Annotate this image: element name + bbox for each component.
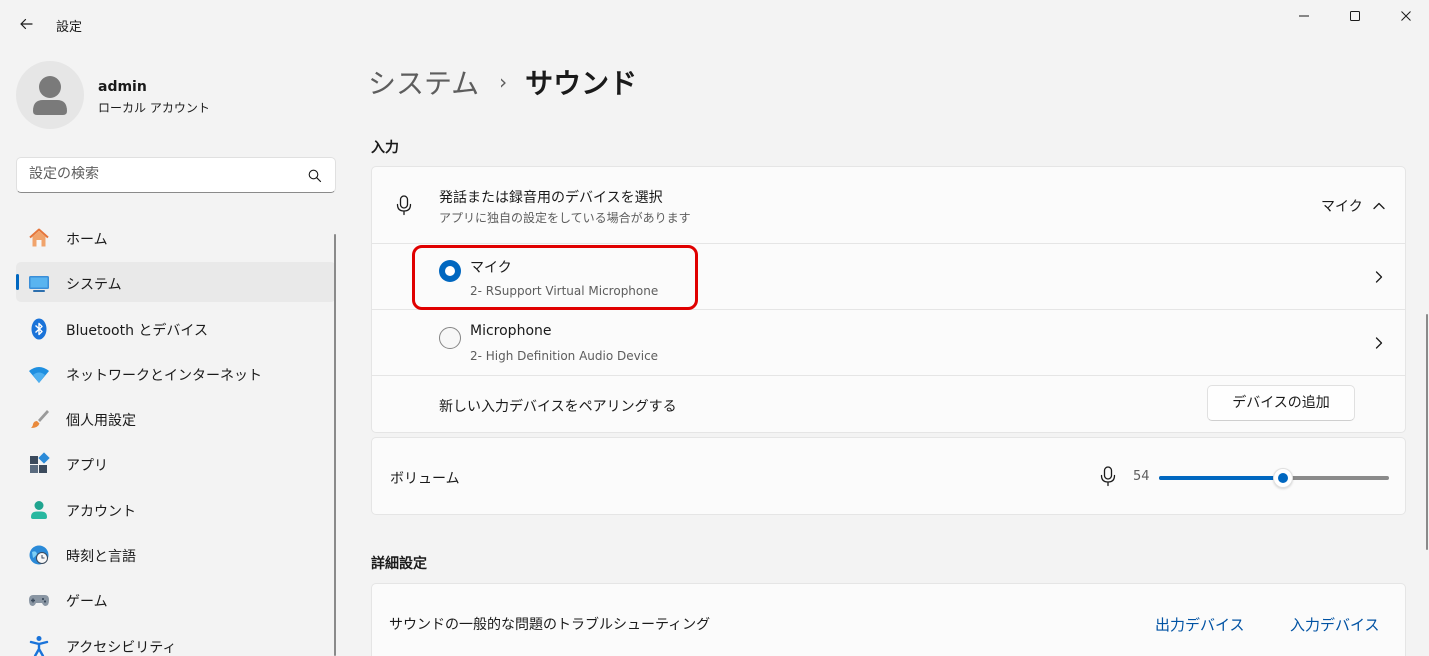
- minimize-icon: [1299, 15, 1309, 17]
- add-device-button[interactable]: デバイスの追加: [1207, 385, 1355, 421]
- account-type: ローカル アカウント: [98, 101, 210, 115]
- chevron-right-icon[interactable]: [1371, 269, 1387, 285]
- sidebar-item-accounts[interactable]: アカウント: [16, 489, 336, 529]
- system-icon: [27, 271, 51, 295]
- sidebar-item-apps[interactable]: アプリ: [16, 443, 336, 483]
- page-title: サウンド: [525, 67, 638, 100]
- minimize-button[interactable]: [1281, 4, 1327, 28]
- sidebar-item-label: ネットワークとインターネット: [66, 367, 262, 384]
- sidebar-item-gaming[interactable]: ゲーム: [16, 579, 336, 619]
- title-bar: 設定: [0, 0, 1429, 48]
- sidebar-item-label: アクセシビリティ: [66, 639, 177, 656]
- section-title-input: 入力: [371, 140, 399, 156]
- microphone-icon[interactable]: [1096, 464, 1120, 488]
- troubleshoot-label: サウンドの一般的な問題のトラブルシューティング: [389, 617, 711, 633]
- search-icon[interactable]: [307, 168, 323, 184]
- sidebar-item-home[interactable]: ホーム: [16, 217, 336, 257]
- troubleshoot-card: サウンドの一般的な問題のトラブルシューティング 出力デバイス 入力デバイス: [371, 583, 1406, 656]
- back-arrow-icon: [20, 18, 33, 30]
- breadcrumb-separator-icon: ›: [499, 70, 508, 94]
- sidebar-item-label: ホーム: [66, 232, 108, 248]
- sidebar-item-label: Bluetooth とデバイス: [66, 322, 208, 339]
- home-icon: [27, 226, 51, 250]
- sidebar-item-accessibility[interactable]: アクセシビリティ: [16, 625, 336, 656]
- sidebar-item-label: システム: [66, 277, 122, 294]
- pair-device-label: 新しい入力デバイスをペアリングする: [439, 399, 677, 415]
- device-option-microphone[interactable]: Microphone 2- High Definition Audio Devi…: [372, 310, 1405, 375]
- maximize-button[interactable]: [1332, 4, 1378, 28]
- close-icon: [1401, 11, 1411, 21]
- pair-row-anchor: [372, 167, 1405, 168]
- accessibility-icon: [27, 634, 51, 656]
- volume-value: 54: [1133, 469, 1150, 484]
- time-language-icon: [27, 543, 51, 567]
- divider: [372, 375, 1405, 376]
- sidebar-item-label: 個人用設定: [66, 413, 136, 430]
- paintbrush-icon: [27, 407, 51, 431]
- device-select-title: 発話または録音用のデバイスを選択: [439, 190, 663, 206]
- search-input[interactable]: [29, 166, 299, 182]
- apps-icon: [27, 452, 51, 476]
- volume-slider[interactable]: [1159, 468, 1389, 488]
- sidebar-nav: ホーム システム Bluetooth とデバイス ネットワークとインターネット …: [16, 217, 336, 656]
- device-select-subtitle: アプリに独自の設定をしている場合があります: [439, 211, 691, 225]
- highlight-box: [412, 245, 698, 310]
- sidebar-item-label: 時刻と言語: [66, 549, 136, 566]
- close-button[interactable]: [1383, 4, 1429, 28]
- bluetooth-icon: [27, 317, 51, 341]
- sidebar-item-time-language[interactable]: 時刻と言語: [16, 534, 336, 574]
- device-description: 2- High Definition Audio Device: [470, 349, 659, 363]
- breadcrumb: システム › サウンド: [368, 60, 637, 104]
- device-select-header[interactable]: 発話または録音用のデバイスを選択 アプリに独自の設定をしている場合があります マ…: [372, 167, 1405, 243]
- page-scrollbar[interactable]: [1426, 314, 1428, 550]
- sidebar-item-label: アカウント: [66, 503, 136, 520]
- device-name: Microphone: [470, 323, 552, 339]
- microphone-icon: [396, 195, 412, 216]
- user-name: admin: [98, 79, 147, 95]
- sidebar-item-system[interactable]: システム: [16, 262, 336, 303]
- user-silhouette-icon: [33, 76, 67, 115]
- volume-slider-thumb[interactable]: [1273, 468, 1294, 488]
- account-icon: [27, 498, 51, 522]
- radio-unselected[interactable]: [439, 327, 461, 349]
- input-devices-link[interactable]: 入力デバイス: [1290, 614, 1380, 635]
- volume-slider-fill: [1159, 476, 1284, 480]
- settings-search[interactable]: [16, 157, 336, 193]
- wifi-icon: [27, 362, 51, 386]
- chevron-up-icon[interactable]: [1371, 198, 1387, 214]
- sidebar-item-label: アプリ: [66, 458, 108, 475]
- selected-device-label: マイク: [1321, 199, 1363, 215]
- sidebar-item-bluetooth[interactable]: Bluetooth とデバイス: [16, 308, 336, 348]
- chevron-right-icon[interactable]: [1371, 335, 1387, 351]
- volume-card: ボリューム 54: [371, 437, 1406, 515]
- sidebar-scrollbar[interactable]: [334, 234, 336, 656]
- maximize-icon: [1350, 11, 1360, 21]
- output-devices-link[interactable]: 出力デバイス: [1155, 614, 1245, 635]
- back-button[interactable]: [14, 12, 38, 36]
- avatar[interactable]: [16, 61, 84, 129]
- sidebar-item-network[interactable]: ネットワークとインターネット: [16, 353, 336, 393]
- volume-label: ボリューム: [390, 471, 460, 487]
- app-title: 設定: [56, 20, 83, 35]
- breadcrumb-parent[interactable]: システム: [368, 62, 479, 102]
- sidebar-item-label: ゲーム: [66, 594, 108, 611]
- sidebar-item-personalization[interactable]: 個人用設定: [16, 398, 336, 438]
- section-title-advanced: 詳細設定: [371, 556, 427, 572]
- gamepad-icon: [27, 588, 51, 612]
